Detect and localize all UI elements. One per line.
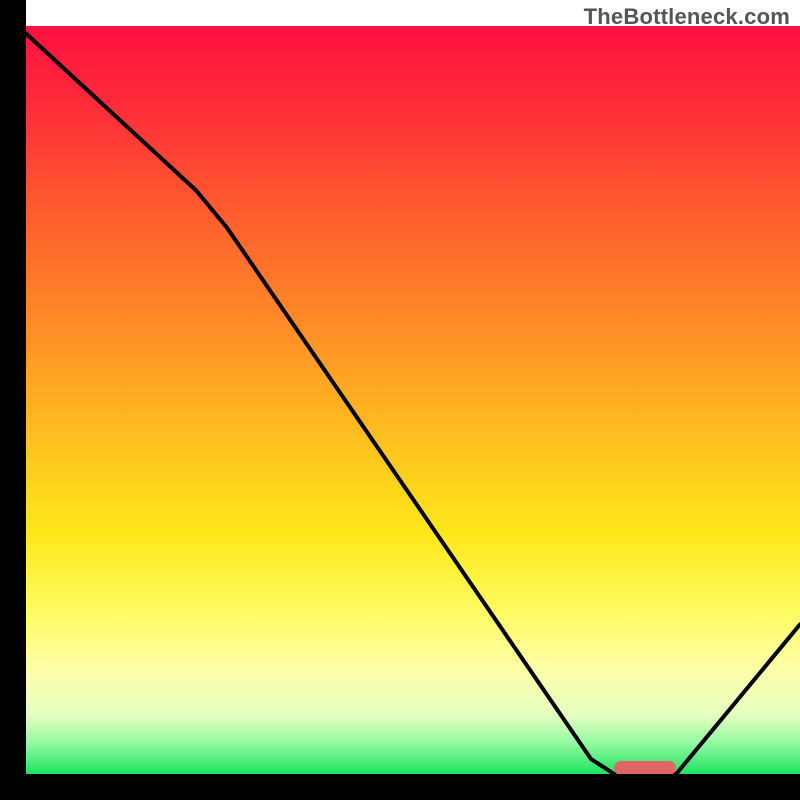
y-axis-bar — [0, 0, 26, 800]
x-axis-bar — [0, 774, 800, 800]
optimal-range-marker — [614, 761, 676, 774]
watermark-text: TheBottleneck.com — [584, 4, 790, 30]
plot-svg — [26, 26, 800, 774]
plot-area — [26, 26, 800, 774]
chart-frame: TheBottleneck.com — [0, 0, 800, 800]
